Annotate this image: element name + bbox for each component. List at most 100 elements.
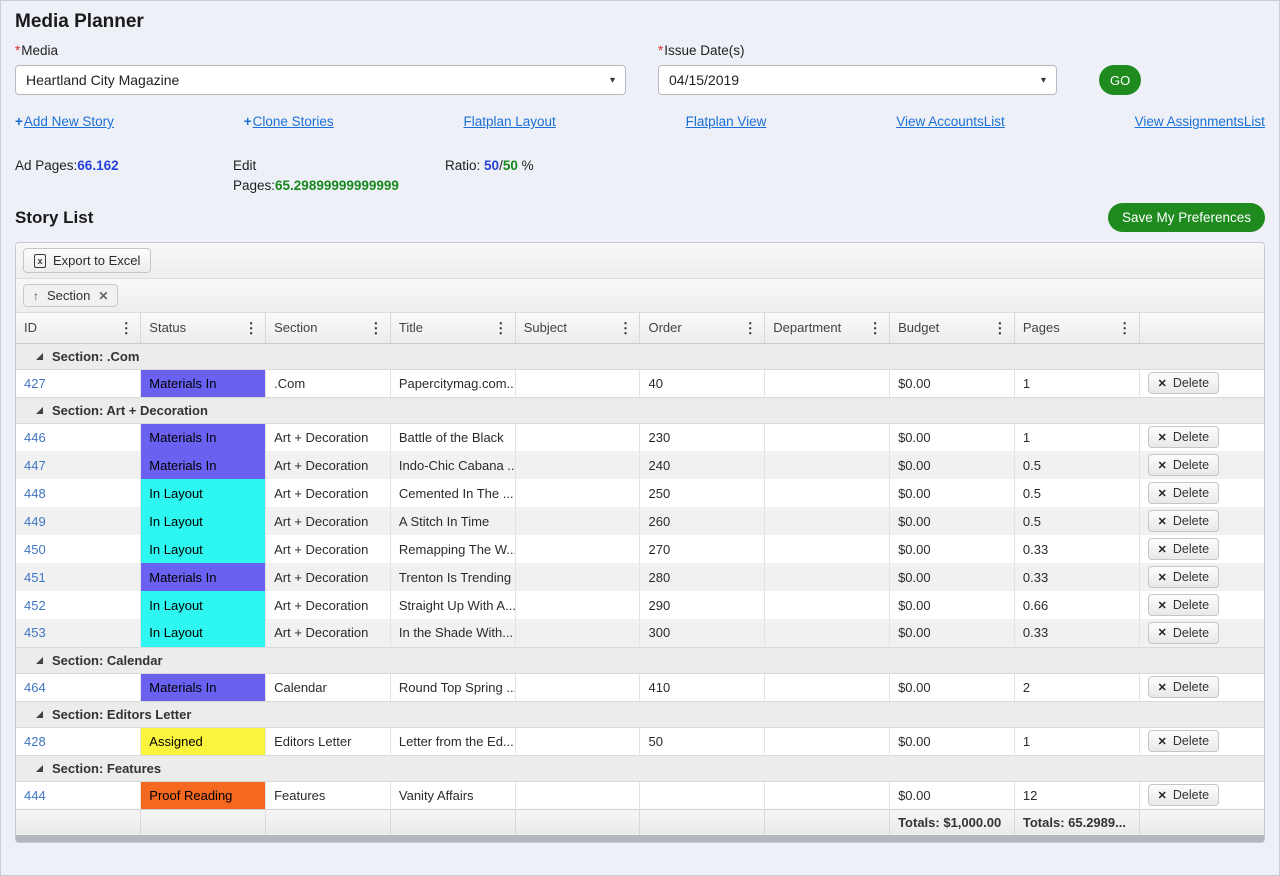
column-header-title[interactable]: Title⋮ xyxy=(390,313,515,343)
story-id-link[interactable]: 450 xyxy=(24,542,46,557)
clone-stories-link[interactable]: +Clone Stories xyxy=(244,114,334,129)
group-header-row[interactable]: Section: Features xyxy=(16,755,1264,781)
group-chip-section[interactable]: ↑ Section ✕ xyxy=(23,284,118,307)
delete-button[interactable]: ✕Delete xyxy=(1148,482,1219,504)
delete-button[interactable]: ✕Delete xyxy=(1148,566,1219,588)
title-cell: Letter from the Ed... xyxy=(390,727,515,755)
story-id-link[interactable]: 448 xyxy=(24,486,46,501)
collapse-icon[interactable] xyxy=(36,407,43,414)
actions-cell: ✕Delete xyxy=(1139,563,1264,591)
column-header-subject[interactable]: Subject⋮ xyxy=(515,313,640,343)
group-header-row[interactable]: Section: .Com xyxy=(16,343,1264,369)
department-cell xyxy=(765,673,890,701)
column-menu-icon[interactable]: ⋮ xyxy=(369,319,383,336)
go-button[interactable]: GO xyxy=(1099,65,1141,95)
collapse-icon[interactable] xyxy=(36,711,43,718)
title-cell: A Stitch In Time xyxy=(390,507,515,535)
view-assignmentslist-link[interactable]: View AssignmentsList xyxy=(1135,114,1265,129)
budget-cell: $0.00 xyxy=(890,673,1015,701)
column-header-budget[interactable]: Budget⋮ xyxy=(890,313,1015,343)
subject-cell xyxy=(515,563,640,591)
column-header-status[interactable]: Status⋮ xyxy=(141,313,266,343)
story-id-link[interactable]: 452 xyxy=(24,598,46,613)
column-menu-icon[interactable]: ⋮ xyxy=(244,319,258,336)
group-header-row[interactable]: Section: Art + Decoration xyxy=(16,397,1264,423)
chevron-down-icon: ▾ xyxy=(610,75,615,86)
pages-cell: 0.5 xyxy=(1014,479,1139,507)
column-menu-icon[interactable]: ⋮ xyxy=(1118,319,1132,336)
story-id-link[interactable]: 428 xyxy=(24,734,46,749)
story-row: 448In LayoutArt + DecorationCemented In … xyxy=(16,479,1264,507)
delete-button[interactable]: ✕Delete xyxy=(1148,538,1219,560)
view-accountslist-link[interactable]: View AccountsList xyxy=(896,114,1005,129)
export-to-excel-button[interactable]: x Export to Excel xyxy=(23,248,151,273)
story-id-link[interactable]: 453 xyxy=(24,625,46,640)
delete-button[interactable]: ✕Delete xyxy=(1148,676,1219,698)
column-menu-icon[interactable]: ⋮ xyxy=(494,319,508,336)
story-id-link[interactable]: 451 xyxy=(24,570,46,585)
required-asterisk: * xyxy=(658,43,663,58)
group-header-row[interactable]: Section: Calendar xyxy=(16,647,1264,673)
delete-label: Delete xyxy=(1173,430,1209,444)
story-id-link[interactable]: 449 xyxy=(24,514,46,529)
sort-asc-icon: ↑ xyxy=(33,289,39,303)
column-header-order[interactable]: Order⋮ xyxy=(640,313,765,343)
column-header-section[interactable]: Section⋮ xyxy=(266,313,391,343)
group-header-cell: Section: .Com xyxy=(16,343,1264,369)
collapse-icon[interactable] xyxy=(36,765,43,772)
grid-toolbar: x Export to Excel xyxy=(16,243,1264,279)
group-label: Section: .Com xyxy=(52,349,139,364)
flatplan-layout-link[interactable]: Flatplan Layout xyxy=(464,114,556,129)
collapse-icon[interactable] xyxy=(36,353,43,360)
pages-cell: 2 xyxy=(1014,673,1139,701)
remove-group-icon[interactable]: ✕ xyxy=(98,289,108,303)
order-cell: 50 xyxy=(640,727,765,755)
actions-cell: ✕Delete xyxy=(1139,781,1264,809)
delete-x-icon: ✕ xyxy=(1158,599,1167,612)
order-cell: 230 xyxy=(640,423,765,451)
delete-button[interactable]: ✕Delete xyxy=(1148,622,1219,644)
add-new-story-link[interactable]: +Add New Story xyxy=(15,114,114,129)
delete-button[interactable]: ✕ Delete xyxy=(1148,594,1219,616)
budget-cell: $0.00 xyxy=(890,563,1015,591)
delete-button[interactable]: ✕Delete xyxy=(1148,454,1219,476)
flatplan-view-link[interactable]: Flatplan View xyxy=(686,114,767,129)
delete-label: Delete xyxy=(1173,542,1209,556)
issue-date-select[interactable]: 04/15/2019 ▾ xyxy=(658,65,1057,95)
story-id-link[interactable]: 444 xyxy=(24,788,46,803)
column-menu-icon[interactable]: ⋮ xyxy=(618,319,632,336)
department-cell xyxy=(765,727,890,755)
column-menu-icon[interactable]: ⋮ xyxy=(868,319,882,336)
budget-cell: $0.00 xyxy=(890,451,1015,479)
story-id-link[interactable]: 446 xyxy=(24,430,46,445)
delete-label: Delete xyxy=(1173,734,1209,748)
column-header-department[interactable]: Department⋮ xyxy=(765,313,890,343)
status-cell: In Layout xyxy=(141,507,266,535)
column-menu-icon[interactable]: ⋮ xyxy=(119,319,133,336)
title-cell: Vanity Affairs xyxy=(390,781,515,809)
group-header-row[interactable]: Section: Editors Letter xyxy=(16,701,1264,727)
collapse-icon[interactable] xyxy=(36,657,43,664)
column-header-pages[interactable]: Pages⋮ xyxy=(1014,313,1139,343)
delete-button[interactable]: ✕Delete xyxy=(1148,784,1219,806)
pages-cell: 0.66 xyxy=(1014,591,1139,619)
pages-cell: 0.33 xyxy=(1014,563,1139,591)
media-select-value: Heartland City Magazine xyxy=(26,72,179,88)
title-cell: Indo-Chic Cabana ... xyxy=(390,451,515,479)
column-header-id[interactable]: ID⋮ xyxy=(16,313,141,343)
column-menu-icon[interactable]: ⋮ xyxy=(993,319,1007,336)
delete-button[interactable]: ✕Delete xyxy=(1148,510,1219,532)
story-id-link[interactable]: 427 xyxy=(24,376,46,391)
column-menu-icon[interactable]: ⋮ xyxy=(743,319,757,336)
delete-button[interactable]: ✕Delete xyxy=(1148,372,1219,394)
story-id-link[interactable]: 464 xyxy=(24,680,46,695)
story-row: 449In LayoutArt + DecorationA Stitch In … xyxy=(16,507,1264,535)
delete-button[interactable]: ✕Delete xyxy=(1148,426,1219,448)
delete-label: Delete xyxy=(1173,598,1209,612)
save-preferences-button[interactable]: Save My Preferences xyxy=(1108,203,1265,232)
media-select[interactable]: Heartland City Magazine ▾ xyxy=(15,65,626,95)
issue-date-select-value: 04/15/2019 xyxy=(669,72,739,88)
story-id-link[interactable]: 447 xyxy=(24,458,46,473)
budget-cell: $0.00 xyxy=(890,507,1015,535)
delete-button[interactable]: ✕Delete xyxy=(1148,730,1219,752)
